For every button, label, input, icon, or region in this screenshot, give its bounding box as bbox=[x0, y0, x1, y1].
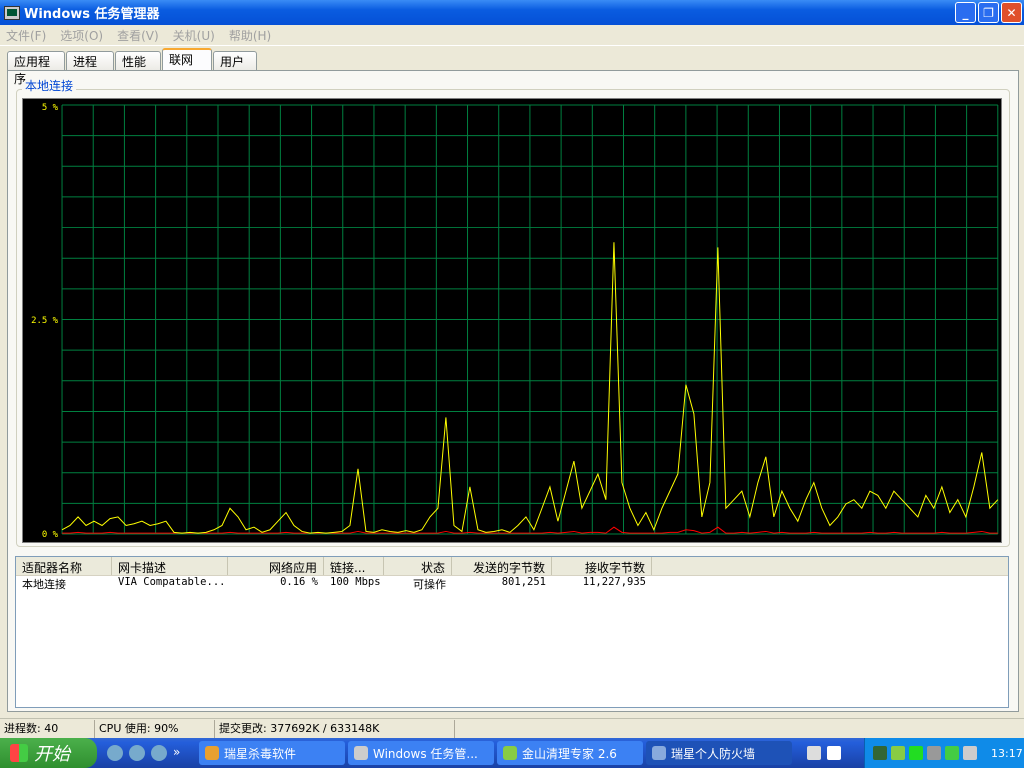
status-cpu: CPU 使用: 90% bbox=[95, 719, 215, 738]
table-row[interactable]: 本地连接 VIA Compatable... 0.16 % 100 Mbps 可… bbox=[16, 576, 1008, 592]
status-processes: 进程数: 40 bbox=[0, 719, 95, 738]
network-icon[interactable] bbox=[129, 745, 145, 761]
cell-description: VIA Compatable... bbox=[118, 576, 226, 588]
tab-strip: 应用程序 进程 性能 联网 用户 bbox=[7, 48, 258, 86]
windows-logo-icon bbox=[10, 744, 28, 762]
task-manager-icon bbox=[354, 746, 368, 760]
menu-bar: 文件(F) 选项(O) 查看(V) 关机(U) 帮助(H) bbox=[0, 25, 1024, 46]
start-button[interactable]: 开始 bbox=[0, 738, 97, 768]
cleaner-icon bbox=[503, 746, 517, 760]
tab-applications[interactable]: 应用程序 bbox=[7, 51, 65, 86]
task-label: 瑞星杀毒软件 bbox=[224, 746, 297, 761]
cell-bytes-sent: 801,251 bbox=[501, 576, 546, 588]
tab-networking[interactable]: 联网 bbox=[162, 48, 212, 70]
network-chart: 5 % 2.5 % 0 % bbox=[22, 98, 1002, 543]
status-commit: 提交更改: 377692K / 633148K bbox=[215, 719, 455, 738]
keyboard-icon[interactable] bbox=[807, 746, 821, 760]
network-tray-icon[interactable] bbox=[963, 746, 977, 760]
menu-options[interactable]: 选项(O) bbox=[60, 27, 103, 44]
minimize-button[interactable]: _ bbox=[955, 2, 976, 23]
col-state[interactable]: 状态 bbox=[384, 557, 452, 575]
taskbar: 开始 » 瑞星杀毒软件 Windows 任务管... 金山清理专家 2.6 瑞星… bbox=[0, 738, 1024, 768]
task-label: 金山清理专家 2.6 bbox=[522, 746, 617, 761]
start-label: 开始 bbox=[34, 744, 70, 765]
shield-icon[interactable] bbox=[873, 746, 887, 760]
col-link-speed[interactable]: 链接... bbox=[324, 557, 384, 575]
system-tray: 13:17 bbox=[864, 738, 1024, 768]
status-bar: 进程数: 40 CPU 使用: 90% 提交更改: 377692K / 6331… bbox=[0, 718, 1024, 738]
cell-utilization: 0.16 % bbox=[280, 576, 318, 588]
volume-icon[interactable] bbox=[927, 746, 941, 760]
title-bar: Windows 任务管理器 _ ❐ ✕ bbox=[0, 0, 1024, 25]
quick-launch: » bbox=[107, 745, 199, 761]
task-kingsoft-cleaner[interactable]: 金山清理专家 2.6 bbox=[497, 741, 643, 765]
menu-file[interactable]: 文件(F) bbox=[6, 27, 46, 44]
y-tick-5: 5 % bbox=[42, 103, 59, 113]
group-label: 本地连接 bbox=[22, 77, 77, 94]
task-label: 瑞星个人防火墙 bbox=[671, 746, 756, 761]
chevron-icon[interactable]: » bbox=[173, 745, 180, 761]
list-header: 适配器名称 网卡描述 网络应用 链接... 状态 发送的字节数 接收字节数 bbox=[16, 557, 1008, 576]
y-tick-0: 0 % bbox=[42, 530, 59, 540]
cell-link-speed: 100 Mbps bbox=[330, 576, 381, 588]
col-bytes-sent[interactable]: 发送的字节数 bbox=[452, 557, 552, 575]
task-rising-firewall[interactable]: 瑞星个人防火墙 bbox=[646, 741, 792, 765]
tab-users[interactable]: 用户 bbox=[213, 51, 257, 70]
restore-button[interactable]: ❐ bbox=[978, 2, 999, 23]
close-button[interactable]: ✕ bbox=[1001, 2, 1022, 23]
y-tick-2-5: 2.5 % bbox=[31, 316, 59, 326]
task-task-manager[interactable]: Windows 任务管... bbox=[348, 741, 494, 765]
cell-adapter-name: 本地连接 bbox=[22, 578, 66, 591]
task-rising-antivirus[interactable]: 瑞星杀毒软件 bbox=[199, 741, 345, 765]
adapter-list: 适配器名称 网卡描述 网络应用 链接... 状态 发送的字节数 接收字节数 本地… bbox=[15, 556, 1009, 708]
clock: 13:17 bbox=[991, 746, 1023, 760]
rising-icon bbox=[205, 746, 219, 760]
browser-icon[interactable] bbox=[151, 745, 167, 761]
tab-performance[interactable]: 性能 bbox=[115, 51, 161, 70]
tab-processes[interactable]: 进程 bbox=[66, 51, 114, 70]
cleaner-tray-icon[interactable] bbox=[891, 746, 905, 760]
green-square-icon[interactable] bbox=[909, 746, 923, 760]
task-label: Windows 任务管... bbox=[373, 746, 478, 761]
cell-bytes-received: 11,227,935 bbox=[582, 576, 646, 588]
window-title: Windows 任务管理器 bbox=[24, 7, 160, 22]
col-bytes-received[interactable]: 接收字节数 bbox=[552, 557, 652, 575]
ie-icon[interactable] bbox=[107, 745, 123, 761]
menu-view[interactable]: 查看(V) bbox=[117, 27, 159, 44]
col-utilization[interactable]: 网络应用 bbox=[228, 557, 324, 575]
col-description[interactable]: 网卡描述 bbox=[112, 557, 228, 575]
help-icon[interactable] bbox=[827, 746, 841, 760]
firewall-icon bbox=[652, 746, 666, 760]
task-manager-icon bbox=[4, 5, 20, 20]
menu-shutdown[interactable]: 关机(U) bbox=[173, 27, 215, 44]
menu-help[interactable]: 帮助(H) bbox=[229, 27, 271, 44]
umbrella-icon[interactable] bbox=[945, 746, 959, 760]
cell-state: 可操作 bbox=[413, 578, 446, 591]
col-adapter-name[interactable]: 适配器名称 bbox=[16, 557, 112, 575]
